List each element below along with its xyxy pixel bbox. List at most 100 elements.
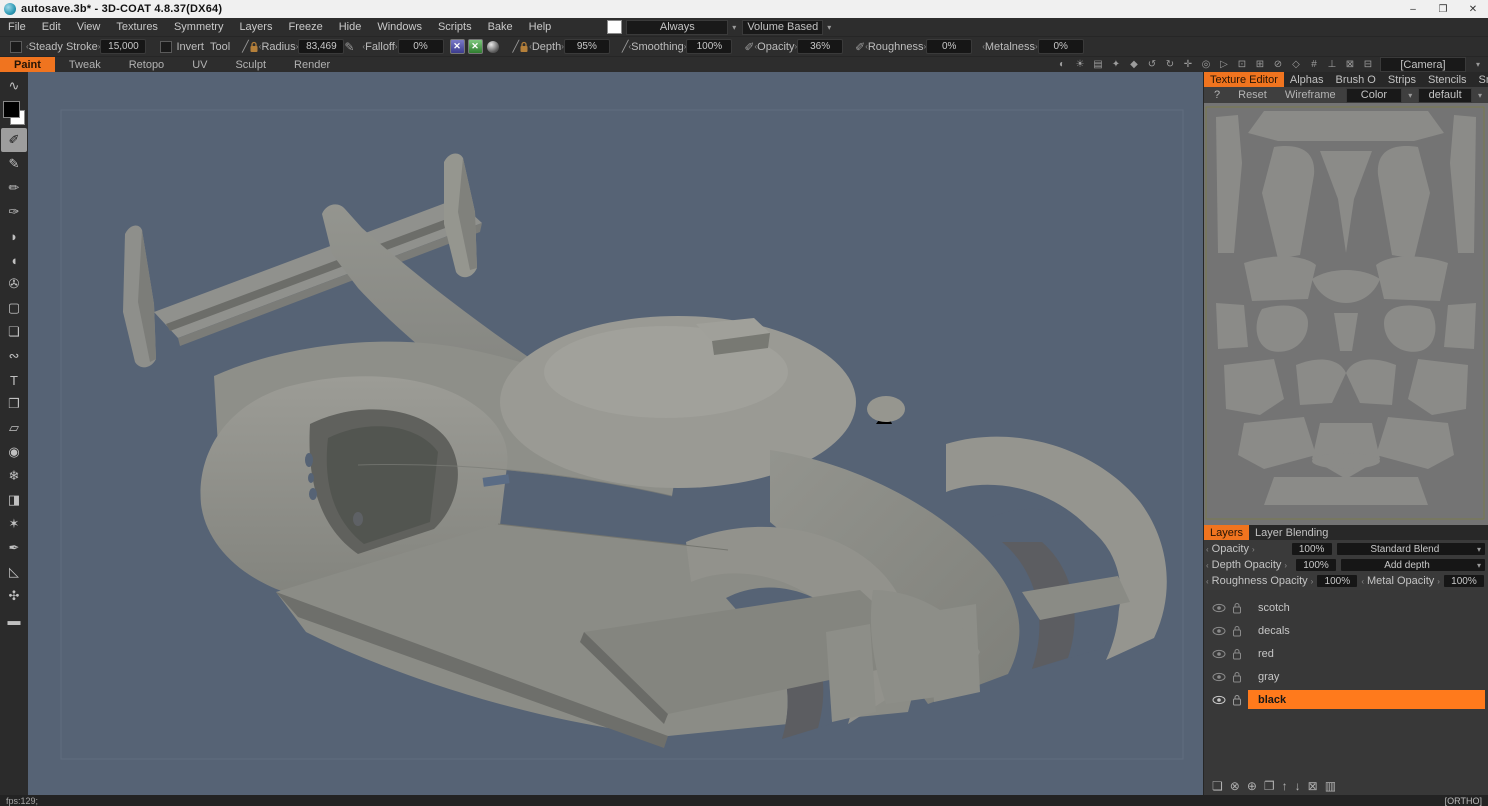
- menu-windows[interactable]: Windows: [369, 18, 430, 36]
- copy-tool[interactable]: ❏: [1, 320, 27, 344]
- menu-symmetry[interactable]: Symmetry: [166, 18, 232, 36]
- wireframe-button[interactable]: Wireframe: [1277, 89, 1344, 101]
- steady-stroke-checkbox[interactable]: [10, 41, 22, 53]
- clear-layer-icon[interactable]: ⊠: [1308, 779, 1318, 793]
- menu-help[interactable]: Help: [521, 18, 560, 36]
- tab-uv[interactable]: UV: [178, 57, 221, 72]
- tab-stencils[interactable]: Stencils: [1422, 72, 1473, 87]
- image-place-tool[interactable]: ❐: [1, 392, 27, 416]
- text-tool[interactable]: T: [1, 368, 27, 392]
- projection-mode[interactable]: [ORTHO]: [1445, 796, 1488, 806]
- menu-layers[interactable]: Layers: [231, 18, 280, 36]
- smoothing-pen-icon[interactable]: ╱: [622, 40, 629, 53]
- current-color-swatch[interactable]: [607, 20, 622, 34]
- zoom-icon[interactable]: ◎: [1200, 59, 1212, 70]
- lock-icon[interactable]: [249, 41, 259, 53]
- light-icon[interactable]: ☀: [1074, 59, 1086, 70]
- droplet-icon[interactable]: ◆: [1128, 59, 1140, 70]
- menu-file[interactable]: File: [0, 18, 34, 36]
- iron-tool[interactable]: ◺: [1, 560, 27, 584]
- roughness-opacity-value[interactable]: 100%: [1316, 574, 1358, 588]
- airbrush-tool[interactable]: ✏: [1, 176, 27, 200]
- layers-stack-icon[interactable]: ⊟: [1362, 59, 1374, 70]
- uv-preview[interactable]: [1204, 103, 1488, 525]
- radius-value[interactable]: 83,469: [298, 39, 344, 54]
- symmetry-tool[interactable]: ✣: [1, 584, 27, 608]
- close-button[interactable]: ✕: [1458, 0, 1488, 18]
- ruler-tool[interactable]: ▬: [1, 608, 27, 632]
- blob-tool[interactable]: ◖: [1, 248, 27, 272]
- tab-brush-options[interactable]: Brush O: [1330, 72, 1382, 87]
- menu-edit[interactable]: Edit: [34, 18, 69, 36]
- rect-select-tool[interactable]: ▢: [1, 296, 27, 320]
- rotate-view-icon[interactable]: ↻: [1164, 59, 1176, 70]
- cube-icon[interactable]: ◇: [1290, 59, 1302, 70]
- camera-dropdown[interactable]: [Camera]: [1380, 57, 1466, 72]
- stroke-mode-tool[interactable]: ∿: [1, 74, 27, 98]
- smoothing-value[interactable]: 100%: [686, 39, 732, 54]
- roughness-value[interactable]: 0%: [926, 39, 972, 54]
- radius-label[interactable]: Radius: [261, 41, 295, 53]
- lock-icon[interactable]: [1232, 648, 1242, 660]
- layer-row-black[interactable]: black: [1204, 688, 1488, 711]
- layer-row-decals[interactable]: decals: [1204, 619, 1488, 642]
- metal-opacity-label[interactable]: Metal Opacity: [1367, 575, 1434, 587]
- metalness-label[interactable]: Metalness: [985, 41, 1035, 53]
- depth-pen-icon[interactable]: ╱: [513, 40, 520, 53]
- invert-checkbox[interactable]: [160, 41, 172, 53]
- axis-icon[interactable]: ⊥: [1326, 59, 1338, 70]
- tab-smart-materials[interactable]: Smart M: [1473, 72, 1488, 87]
- metalness-value[interactable]: 0%: [1038, 39, 1084, 54]
- depth-label[interactable]: Depth: [532, 41, 561, 53]
- lock-icon[interactable]: [1232, 602, 1242, 614]
- mode-dropdown-arrow[interactable]: ▾: [823, 23, 835, 32]
- tab-strips[interactable]: Strips: [1382, 72, 1422, 87]
- depth-blend-dropdown[interactable]: Add depth▾: [1340, 558, 1486, 572]
- tool-label[interactable]: Tool: [210, 41, 230, 53]
- visibility-eye-icon[interactable]: [1212, 672, 1226, 682]
- spline-tool[interactable]: ∾: [1, 344, 27, 368]
- opacity-param-value[interactable]: 100%: [1291, 542, 1333, 556]
- channel-dropdown[interactable]: Color: [1346, 88, 1403, 103]
- falloff-value[interactable]: 0%: [398, 39, 444, 54]
- restore-button[interactable]: ❐: [1428, 0, 1458, 18]
- layer-row-red[interactable]: red: [1204, 642, 1488, 665]
- visibility-eye-icon[interactable]: [1212, 626, 1226, 636]
- visibility-eye-icon[interactable]: [1212, 649, 1226, 659]
- disable-icon[interactable]: ⊘: [1272, 59, 1284, 70]
- always-dropdown[interactable]: Always: [626, 20, 728, 35]
- camera-dropdown-arrow[interactable]: ▾: [1472, 60, 1484, 69]
- metal-opacity-value[interactable]: 100%: [1443, 574, 1485, 588]
- reset-button[interactable]: Reset: [1230, 89, 1275, 101]
- depth-lock-icon[interactable]: [519, 41, 529, 53]
- move-layer-up-icon[interactable]: ↑: [1282, 779, 1288, 793]
- freeze-tool[interactable]: ❄: [1, 464, 27, 488]
- eraser-tool[interactable]: ▱: [1, 416, 27, 440]
- roughness-label[interactable]: Roughness: [868, 41, 924, 53]
- grid-icon[interactable]: #: [1308, 59, 1320, 70]
- depth-value[interactable]: 95%: [564, 39, 610, 54]
- frame-all-icon[interactable]: ⊡: [1236, 59, 1248, 70]
- menu-scripts[interactable]: Scripts: [430, 18, 480, 36]
- layer-folder-icon[interactable]: ▥: [1325, 779, 1336, 793]
- new-layer-icon[interactable]: ❏: [1212, 779, 1223, 793]
- move-layer-down-icon[interactable]: ↓: [1295, 779, 1301, 793]
- background-icon[interactable]: ▤: [1092, 59, 1104, 70]
- tab-texture-editor[interactable]: Texture Editor: [1204, 72, 1284, 87]
- lock-icon[interactable]: [1232, 694, 1242, 706]
- tab-alphas[interactable]: Alphas: [1284, 72, 1330, 87]
- rotate-axis-icon[interactable]: ↺: [1146, 59, 1158, 70]
- menu-freeze[interactable]: Freeze: [280, 18, 330, 36]
- steady-stroke-value[interactable]: 15,000: [100, 39, 146, 54]
- tab-paint[interactable]: Paint: [0, 57, 55, 72]
- brush-preview-sphere[interactable]: [487, 41, 499, 53]
- expand-icon[interactable]: ⊠: [1344, 59, 1356, 70]
- menu-view[interactable]: View: [69, 18, 109, 36]
- eye-tool[interactable]: ◉: [1, 440, 27, 464]
- pan-icon[interactable]: ✛: [1182, 59, 1194, 70]
- menu-textures[interactable]: Textures: [108, 18, 166, 36]
- contrast-icon[interactable]: ◐: [1056, 59, 1068, 70]
- pen-pressure-icon[interactable]: ╱: [242, 40, 249, 53]
- menu-hide[interactable]: Hide: [331, 18, 370, 36]
- opacity-label[interactable]: Opacity: [757, 41, 794, 53]
